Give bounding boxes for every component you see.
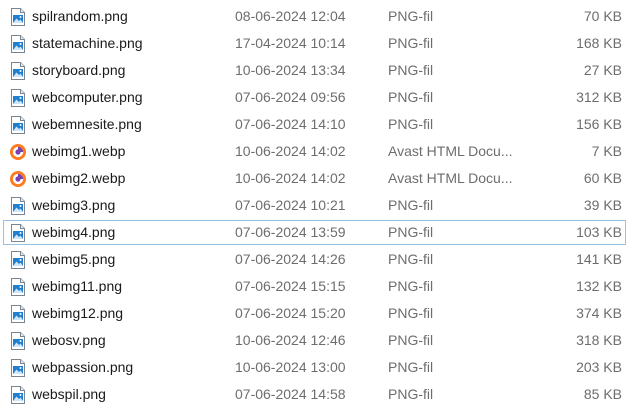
file-size: 312 KB [576,89,622,105]
file-size: 103 KB [576,224,622,240]
file-date-modified: 08-06-2024 12:04 [235,8,346,24]
file-row[interactable]: spilrandom.png 08-06-2024 12:04 PNG-fil 70 … [3,4,626,29]
file-row[interactable]: webosv.png 10-06-2024 12:46 PNG-fil 318 KB [3,328,626,353]
file-size: 39 KB [583,197,622,213]
file-name: webimg12.png [32,305,124,321]
file-size: 203 KB [576,359,622,375]
png-file-icon [10,224,26,242]
file-row[interactable]: webimg11.png 07-06-2024 15:15 PNG-fil 132 K… [3,274,626,299]
file-type: PNG-fil [388,8,434,24]
file-type: Avast HTML Docu... [388,170,513,186]
file-size: 156 KB [576,116,622,132]
file-size: 85 KB [583,386,622,402]
png-file-icon [10,332,26,350]
png-file-icon [10,386,26,404]
file-row[interactable]: storyboard.png 10-06-2024 13:34 PNG-fil 27 … [3,58,626,83]
file-type: PNG-fil [388,197,434,213]
file-date-modified: 10-06-2024 14:02 [235,170,346,186]
png-file-icon [10,278,26,296]
file-name: statemachine.png [32,35,143,51]
file-date-modified: 10-06-2024 13:34 [235,62,346,78]
file-date-modified: 10-06-2024 13:00 [235,359,346,375]
file-name: webcomputer.png [32,89,143,105]
file-date-modified: 07-06-2024 14:58 [235,386,346,402]
file-type: PNG-fil [388,332,434,348]
png-file-icon [10,359,26,377]
file-list: spilrandom.png 08-06-2024 12:04 PNG-fil 70 … [0,0,636,412]
file-row[interactable]: webcomputer.png 07-06-2024 09:56 PNG-fil 31… [3,85,626,110]
file-name: storyboard.png [32,62,126,78]
file-name: webspil.png [32,386,106,402]
file-size: 27 KB [583,62,622,78]
file-type: PNG-fil [388,386,434,402]
file-row[interactable]: webimg3.png 07-06-2024 10:21 PNG-fil 39 KB [3,193,626,218]
file-size: 132 KB [576,278,622,294]
file-size: 7 KB [591,143,622,159]
file-size: 318 KB [576,332,622,348]
file-type: PNG-fil [388,116,434,132]
file-size: 60 KB [583,170,622,186]
file-name: webpassion.png [32,359,134,375]
file-size: 374 KB [576,305,622,321]
png-file-icon [10,89,26,107]
file-row[interactable]: webimg2.webp 10-06-2024 14:02 Avast HTML D… [3,166,626,191]
png-file-icon [10,8,26,26]
avast-browser-icon [9,170,27,188]
file-date-modified: 17-04-2024 10:14 [235,35,346,51]
avast-browser-icon [9,143,27,161]
file-size: 141 KB [576,251,622,267]
file-date-modified: 07-06-2024 14:26 [235,251,346,267]
file-date-modified: 10-06-2024 14:02 [235,143,346,159]
file-date-modified: 07-06-2024 09:56 [235,89,346,105]
file-row[interactable]: webemnesite.png 07-06-2024 14:10 PNG-fil 15… [3,112,626,137]
file-date-modified: 07-06-2024 13:59 [235,224,346,240]
file-row[interactable]: webimg4.png 07-06-2024 13:59 PNG-fil 103 KB [3,220,626,245]
file-type: PNG-fil [388,224,434,240]
file-date-modified: 07-06-2024 15:15 [235,278,346,294]
file-name: spilrandom.png [32,8,128,24]
file-size: 168 KB [576,35,622,51]
file-name: webimg5.png [32,251,116,267]
file-date-modified: 10-06-2024 12:46 [235,332,346,348]
file-row[interactable]: webimg12.png 07-06-2024 15:20 PNG-fil 374 K… [3,301,626,326]
file-type: PNG-fil [388,305,434,321]
file-type: PNG-fil [388,278,434,294]
file-type: PNG-fil [388,359,434,375]
file-date-modified: 07-06-2024 10:21 [235,197,346,213]
file-type: PNG-fil [388,35,434,51]
file-name: webosv.png [32,332,106,348]
png-file-icon [10,197,26,215]
file-name: webimg2.webp [32,170,126,186]
png-file-icon [10,116,26,134]
file-name: webimg11.png [32,278,123,294]
file-name: webimg4.png [32,224,116,240]
file-name: webemnesite.png [32,116,142,132]
file-name: webimg3.png [32,197,116,213]
file-row[interactable]: webpassion.png 10-06-2024 13:00 PNG-fil 203… [3,355,626,380]
file-row[interactable]: webimg5.png 07-06-2024 14:26 PNG-fil 141 KB [3,247,626,272]
file-name: webimg1.webp [32,143,126,159]
file-type: PNG-fil [388,89,434,105]
file-type: PNG-fil [388,251,434,267]
file-type: PNG-fil [388,62,434,78]
file-row[interactable]: webimg1.webp 10-06-2024 14:02 Avast HTML D… [3,139,626,164]
file-row[interactable]: webspil.png 07-06-2024 14:58 PNG-fil 85 KB [3,382,626,407]
png-file-icon [10,35,26,53]
png-file-icon [10,62,26,80]
file-date-modified: 07-06-2024 14:10 [235,116,346,132]
file-row[interactable]: statemachine.png 17-04-2024 10:14 PNG-fil 1… [3,31,626,56]
file-type: Avast HTML Docu... [388,143,513,159]
file-size: 70 KB [583,8,622,24]
png-file-icon [10,251,26,269]
file-date-modified: 07-06-2024 15:20 [235,305,346,321]
png-file-icon [10,305,26,323]
